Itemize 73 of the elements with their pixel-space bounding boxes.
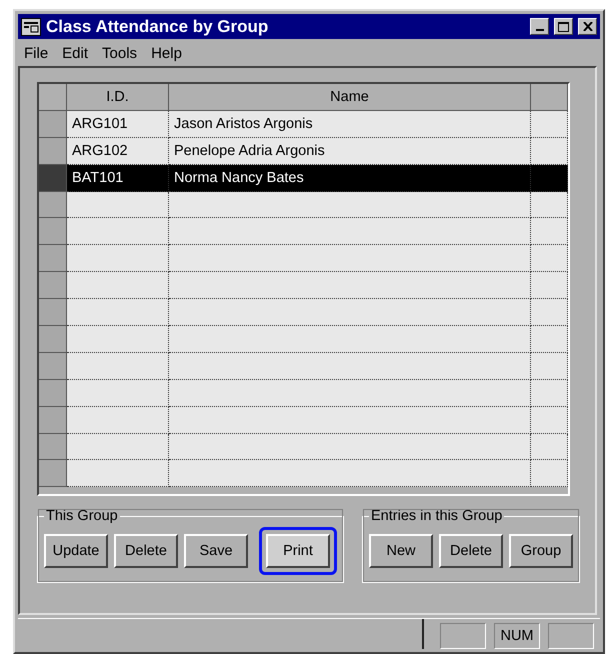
table-row[interactable] (39, 299, 568, 326)
table-row[interactable] (39, 352, 568, 380)
status-panel (548, 623, 594, 649)
action-button[interactable]: New (369, 534, 433, 568)
table-row[interactable] (39, 460, 568, 488)
row-selector[interactable] (39, 299, 67, 326)
minimize-icon (536, 29, 544, 31)
table-cell (531, 434, 568, 460)
table-row[interactable] (39, 406, 568, 434)
column-header[interactable]: Name (169, 84, 531, 111)
action-button[interactable]: Delete (439, 534, 503, 568)
app-icon (21, 18, 41, 36)
table-cell (531, 138, 568, 165)
action-button[interactable]: Print (266, 534, 330, 568)
row-selector[interactable] (39, 406, 67, 434)
menu-item[interactable]: Edit (62, 45, 88, 62)
table-cell (531, 164, 568, 192)
table-cell (531, 272, 568, 300)
table-cell (531, 380, 568, 407)
table-row[interactable] (39, 272, 568, 300)
menu-item[interactable]: Help (151, 45, 182, 62)
table-row[interactable]: ARG102 Penelope Adria Argonis (39, 138, 568, 165)
table-cell: Jason Aristos Argonis (169, 110, 531, 138)
action-button[interactable]: Save (184, 534, 248, 568)
close-button[interactable] (578, 18, 597, 35)
row-selector[interactable] (39, 138, 67, 165)
close-icon (582, 22, 592, 31)
table-cell (531, 110, 568, 138)
table-cell (531, 218, 568, 246)
row-selector[interactable] (39, 352, 67, 380)
table-row[interactable] (39, 380, 568, 407)
table-cell (531, 406, 568, 434)
table-cell: Penelope Adria Argonis (169, 138, 531, 165)
minimize-button[interactable] (530, 18, 549, 35)
table-row[interactable] (39, 326, 568, 353)
group-title: This Group (45, 508, 119, 524)
table-cell (531, 245, 568, 272)
maximize-icon (558, 22, 569, 32)
table-row[interactable] (39, 192, 568, 218)
group-title: Entries in this Group (370, 508, 504, 524)
table-cell (531, 460, 568, 488)
status-indicator: NUM (494, 623, 540, 649)
window-title: Class Attendance by Group (46, 16, 270, 36)
table-row[interactable]: BAT101 Norma Nancy Bates (39, 164, 568, 192)
table-cell (531, 326, 568, 353)
table-row[interactable] (39, 245, 568, 272)
menu-item[interactable]: File (24, 45, 48, 62)
table-cell: ARG102 (67, 138, 169, 165)
row-selector[interactable] (39, 326, 67, 353)
table-cell (531, 299, 568, 326)
table-cell: BAT101 (67, 164, 169, 192)
row-selector[interactable] (39, 272, 67, 300)
column-header[interactable]: I.D. (67, 84, 169, 111)
row-selector[interactable] (39, 245, 67, 272)
table-cell (531, 192, 568, 218)
action-button[interactable]: Update (44, 534, 108, 568)
table-row[interactable] (39, 218, 568, 246)
row-selector[interactable] (39, 192, 67, 218)
menu-item[interactable]: Tools (102, 45, 138, 62)
table-cell: Norma Nancy Bates (169, 164, 531, 192)
table-row[interactable] (39, 434, 568, 460)
row-selector[interactable] (39, 460, 67, 488)
action-button[interactable]: Delete (114, 534, 178, 568)
maximize-button[interactable] (554, 18, 573, 35)
table-cell (531, 352, 568, 380)
row-selector[interactable] (39, 218, 67, 246)
table-row[interactable]: ARG101 Jason Aristos Argonis (39, 110, 568, 138)
status-panel (440, 623, 486, 649)
action-button[interactable]: Group (509, 534, 573, 568)
row-selector[interactable] (39, 434, 67, 460)
row-selector[interactable] (39, 110, 67, 138)
table-cell: ARG101 (67, 110, 169, 138)
row-selector[interactable] (39, 380, 67, 407)
